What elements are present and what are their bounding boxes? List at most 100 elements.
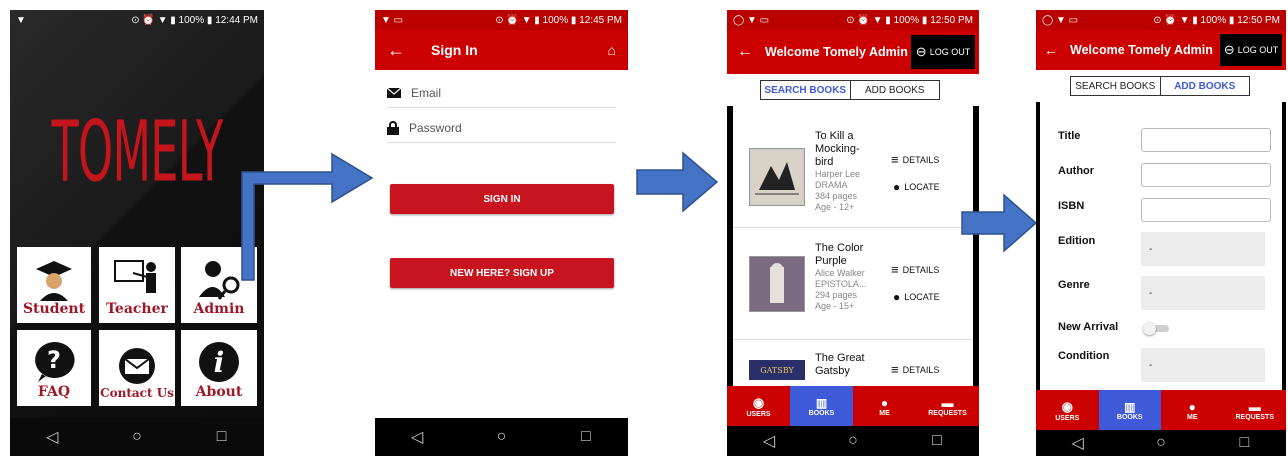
edition-label: Edition bbox=[1058, 235, 1096, 247]
tile-about[interactable]: i About bbox=[181, 330, 257, 406]
tile-student[interactable]: Student bbox=[17, 247, 91, 323]
list-item[interactable]: GATSBY The Great Gatsby ≡ DETAILS bbox=[733, 340, 973, 386]
locate-button[interactable]: ● LOCATE bbox=[893, 180, 940, 194]
svg-text:i: i bbox=[214, 346, 225, 379]
details-label: DETAILS bbox=[902, 364, 940, 375]
author-input[interactable] bbox=[1141, 163, 1271, 187]
flow-arrow-1 bbox=[241, 152, 374, 281]
book-cover-art bbox=[750, 257, 804, 311]
status-right: ⊙ ⏰ ▼ ▮ 100% ▮ 12:50 PM bbox=[1153, 14, 1280, 26]
tab-books[interactable]: ▥ BOOKS bbox=[790, 386, 853, 426]
tile-contact-us[interactable]: Contact Us bbox=[99, 330, 175, 406]
back-arrow-icon[interactable]: ← bbox=[387, 40, 405, 61]
lock-icon bbox=[387, 120, 399, 135]
recents-icon[interactable]: □ bbox=[907, 426, 967, 456]
tab-search-books[interactable]: SEARCH BOOKS bbox=[761, 81, 850, 99]
flow-arrow-3 bbox=[961, 193, 1038, 253]
tab-users[interactable]: ◉ USERS bbox=[1036, 390, 1099, 430]
tab-requests[interactable]: ▬ REQUESTS bbox=[1224, 390, 1287, 430]
chat-icon: ▬ bbox=[1248, 399, 1261, 414]
back-icon[interactable]: ◁ bbox=[22, 422, 82, 452]
recents-icon[interactable]: □ bbox=[1214, 428, 1274, 456]
signup-button[interactable]: NEW HERE? SIGN UP bbox=[390, 258, 614, 288]
info-icon: i bbox=[199, 342, 239, 382]
tab-books[interactable]: ▥ BOOKS bbox=[1098, 390, 1161, 430]
book-list: To Kill a Mocking- bird Harper Lee DRAMA… bbox=[733, 106, 973, 386]
book-title: The Color bbox=[815, 242, 864, 254]
title-input[interactable] bbox=[1141, 128, 1271, 152]
system-nav-bar: ◁ ○ □ bbox=[727, 426, 979, 456]
recents-icon[interactable]: □ bbox=[556, 422, 616, 452]
list-item[interactable]: The Color Purple Alice Walker EPISTOLA..… bbox=[733, 228, 973, 340]
tab-me[interactable]: ● ME bbox=[1161, 390, 1224, 430]
home-icon[interactable]: ○ bbox=[107, 422, 167, 452]
tab-search-books[interactable]: SEARCH BOOKS bbox=[1071, 77, 1160, 95]
system-nav-bar: ◁ ○ □ bbox=[10, 418, 264, 456]
tab-label: BOOKS bbox=[1116, 413, 1143, 421]
person-icon: ● bbox=[1188, 399, 1196, 414]
tab-requests[interactable]: ▬ REQUESTS bbox=[916, 386, 979, 426]
isbn-label: ISBN bbox=[1058, 200, 1085, 212]
segment-control: SEARCH BOOKS ADD BOOKS bbox=[760, 80, 940, 100]
status-time: 12:44 PM bbox=[215, 14, 258, 26]
tab-add-books[interactable]: ADD BOOKS bbox=[1159, 77, 1250, 95]
home-icon[interactable]: ○ bbox=[1131, 428, 1191, 456]
book-author: Harper Lee bbox=[815, 169, 861, 179]
back-arrow-icon[interactable]: ← bbox=[1044, 42, 1058, 58]
status-time: 12:50 PM bbox=[1237, 14, 1280, 26]
new-arrival-toggle[interactable] bbox=[1143, 322, 1169, 335]
tile-teacher[interactable]: Teacher bbox=[99, 247, 175, 323]
recents-icon[interactable]: □ bbox=[192, 422, 252, 452]
locate-label: LOCATE bbox=[904, 182, 940, 192]
details-button[interactable]: ≡ DETAILS bbox=[891, 262, 939, 277]
notification-icons: ◯ ▼ ▭ bbox=[1042, 14, 1079, 26]
isbn-input[interactable] bbox=[1141, 198, 1271, 222]
tab-me[interactable]: ● ME bbox=[853, 386, 916, 426]
phone-signin-screen: ▼ ▭ ⊙ ⏰ ▼ ▮ 100% ▮ 12:45 PM ← Sign In ⌂ … bbox=[375, 10, 628, 456]
book-genre: EPISTOLA... bbox=[815, 279, 867, 289]
admin-icon bbox=[199, 261, 240, 300]
details-button[interactable]: ≡ DETAILS bbox=[891, 152, 939, 167]
back-icon[interactable]: ◁ bbox=[387, 422, 447, 452]
logout-button[interactable]: ⊖ LOG OUT bbox=[911, 35, 975, 69]
question-icon: ? bbox=[35, 341, 75, 382]
cover-text: GATSBY bbox=[760, 365, 794, 375]
home-icon[interactable]: ○ bbox=[471, 422, 531, 452]
tab-label: ME bbox=[1187, 413, 1198, 421]
locate-button[interactable]: ● LOCATE bbox=[893, 290, 940, 304]
email-field[interactable]: Email bbox=[387, 78, 616, 108]
teacher-icon bbox=[114, 260, 156, 293]
home-icon[interactable]: ⌂ bbox=[608, 42, 616, 58]
genre-select[interactable]: - bbox=[1141, 276, 1265, 310]
password-field[interactable]: Password bbox=[387, 113, 616, 143]
edition-select[interactable]: - bbox=[1141, 232, 1265, 266]
back-arrow-icon[interactable]: ← bbox=[737, 43, 753, 61]
battery-text: 100% bbox=[542, 14, 569, 26]
book-cover bbox=[749, 148, 805, 206]
logout-button[interactable]: ⊖ LOG OUT bbox=[1220, 34, 1282, 66]
tab-users[interactable]: ◉ USERS bbox=[727, 386, 790, 426]
back-icon[interactable]: ◁ bbox=[739, 426, 799, 456]
tab-label: USERS bbox=[1055, 414, 1080, 422]
signin-title: Sign In bbox=[431, 42, 478, 58]
list-item[interactable]: To Kill a Mocking- bird Harper Lee DRAMA… bbox=[733, 106, 973, 228]
home-icon[interactable]: ○ bbox=[823, 426, 883, 456]
status-right: ⊙ ⏰ ▼ ▮ 100% ▮ 12:45 PM bbox=[495, 14, 622, 26]
condition-select[interactable]: - bbox=[1141, 348, 1265, 382]
email-placeholder: Email bbox=[411, 85, 442, 100]
location-pin-icon: ● bbox=[893, 290, 901, 304]
status-bar: ◯ ▼ ▭ ⊙ ⏰ ▼ ▮ 100% ▮ 12:50 PM bbox=[1036, 10, 1286, 30]
status-bar: ▼ ⊙ ⏰ ▼ ▮ 100% ▮ 12:44 PM bbox=[10, 10, 264, 30]
details-button[interactable]: ≡ DETAILS bbox=[891, 362, 939, 377]
signin-button[interactable]: SIGN IN bbox=[390, 184, 614, 214]
password-placeholder: Password bbox=[409, 120, 462, 135]
tab-label: REQUESTS bbox=[1235, 413, 1274, 421]
book-info: To Kill a Mocking- bird Harper Lee DRAMA… bbox=[815, 130, 860, 213]
tab-add-books[interactable]: ADD BOOKS bbox=[849, 81, 940, 99]
admin-title: Welcome Tomely Admin bbox=[1070, 43, 1213, 57]
new-arrival-label: New Arrival bbox=[1058, 321, 1119, 333]
status-bar: ◯ ▼ ▭ ⊙ ⏰ ▼ ▮ 100% ▮ 12:50 PM bbox=[727, 10, 979, 30]
details-label: DETAILS bbox=[902, 264, 940, 275]
back-icon[interactable]: ◁ bbox=[1048, 428, 1108, 456]
tile-faq[interactable]: ? FAQ bbox=[17, 330, 91, 406]
